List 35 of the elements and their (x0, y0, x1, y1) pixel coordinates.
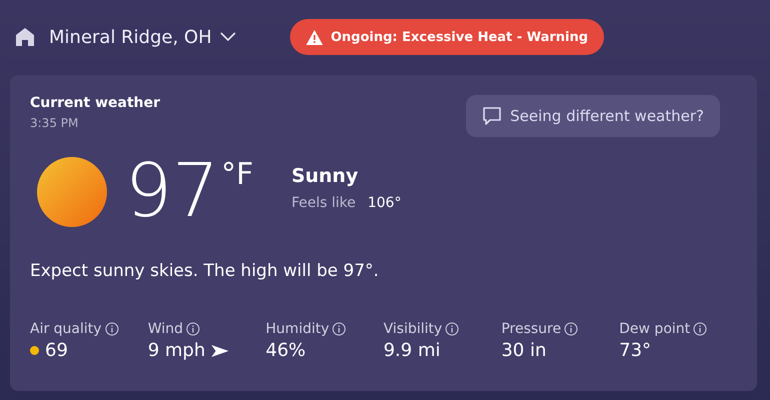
feedback-button[interactable]: Seeing different weather? (466, 95, 720, 137)
info-icon[interactable] (445, 322, 460, 336)
stat-label: Humidity (266, 321, 330, 337)
summary-text: Expect sunny skies. The high will be 97°. (30, 261, 380, 281)
stat-value: 30 in (501, 340, 546, 361)
info-icon[interactable] (693, 322, 708, 336)
time-text: 3:35 PM (30, 116, 80, 130)
unit-toggle[interactable]: °F (221, 157, 254, 192)
card-title: Current weather (30, 95, 160, 111)
location-dropdown[interactable]: Mineral Ridge, OH (49, 26, 236, 48)
sun-icon (37, 157, 107, 227)
info-icon[interactable] (332, 322, 346, 336)
temperature-text: 97 (125, 147, 220, 236)
info-icon[interactable] (104, 322, 119, 336)
weather-alert-button[interactable]: Ongoing: Excessive Heat - Warning (290, 19, 604, 55)
stat-value: 69 (45, 340, 68, 361)
feels-like-label: Feels like (291, 195, 356, 211)
home-icon[interactable] (15, 27, 35, 47)
stat-value: 9 mph (148, 340, 206, 361)
stat-value: 46% (266, 340, 306, 361)
chat-bubble-icon (482, 106, 502, 126)
info-icon[interactable] (564, 322, 578, 336)
stat-label: Dew point (619, 321, 690, 337)
chevron-down-icon (220, 32, 236, 42)
stat-value: 9.9 mi (383, 340, 440, 361)
stat-label: Visibility (383, 321, 442, 337)
stat-label: Pressure (501, 321, 562, 337)
stat-value: 73° (619, 340, 652, 361)
stat-label: Wind (148, 321, 184, 337)
warning-icon (306, 30, 323, 44)
info-icon[interactable] (186, 322, 200, 336)
wind-direction-icon (211, 344, 230, 356)
condition-text: Sunny (291, 165, 360, 187)
feels-like-value: 106° (368, 195, 402, 211)
stat-label: Air quality (30, 321, 102, 337)
